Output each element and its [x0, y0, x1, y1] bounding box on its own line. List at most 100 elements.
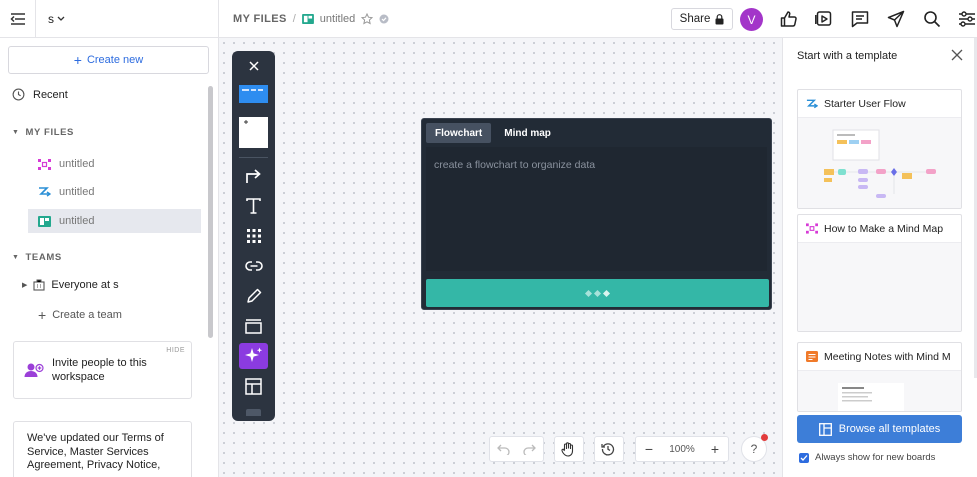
send-button[interactable]: [886, 9, 906, 29]
more-tools-handle[interactable]: [246, 409, 261, 416]
paper-plane-icon: [887, 10, 905, 28]
grid-dots-icon: [246, 229, 261, 243]
tab-mind-map[interactable]: Mind map: [495, 123, 560, 143]
link-icon: [244, 261, 263, 271]
zoom-level[interactable]: 100%: [662, 444, 702, 455]
redo-button[interactable]: [516, 436, 542, 462]
presentation-button[interactable]: [814, 9, 834, 29]
zoom-out-button[interactable]: −: [636, 436, 662, 462]
team-item[interactable]: ▶ Everyone at s: [22, 279, 119, 291]
templates-title: Start with a template: [797, 50, 898, 62]
ai-generate-button[interactable]: [426, 279, 769, 307]
sidebar-file-item[interactable]: untitled: [28, 180, 201, 204]
sidebar-scrollbar[interactable]: [208, 86, 213, 338]
create-team-label: Create a team: [52, 309, 122, 321]
always-show-label: Always show for new boards: [815, 452, 936, 463]
pen-tool[interactable]: [239, 283, 268, 309]
template-card[interactable]: Starter User Flow: [797, 89, 962, 209]
loading-dot: [584, 289, 593, 297]
template-preview: [798, 371, 961, 411]
template-card[interactable]: How to Make a Mind Map: [797, 214, 962, 332]
pencil-icon: [246, 288, 261, 303]
shapes-grid-tool[interactable]: [239, 223, 268, 249]
sticky-note-tool[interactable]: [239, 81, 268, 107]
settings-button[interactable]: [957, 9, 977, 29]
avatar[interactable]: V: [740, 8, 763, 31]
hand-tool-button[interactable]: [555, 436, 581, 462]
sidebar-file-item[interactable]: untitled: [28, 152, 201, 176]
flowchart-icon: [39, 187, 51, 197]
text-icon: [246, 198, 261, 214]
file-name: untitled: [59, 186, 95, 198]
recent-label: Recent: [33, 88, 68, 101]
play-slides-icon: [815, 11, 832, 26]
always-show-checkbox[interactable]: Always show for new boards: [799, 452, 935, 463]
checkbox-checked-icon: [799, 452, 809, 463]
frame-tool[interactable]: [239, 313, 268, 339]
lock-icon: [715, 13, 724, 24]
ai-prompt-input[interactable]: create a flowchart to organize data: [426, 147, 767, 271]
team-name: Everyone at s: [51, 279, 119, 291]
share-button[interactable]: Share: [671, 8, 733, 30]
breadcrumb-root[interactable]: MY FILES: [233, 13, 287, 25]
close-toolbar-button[interactable]: [239, 53, 268, 79]
create-new-button[interactable]: + Create new: [8, 46, 209, 74]
my-files-label: MY FILES: [25, 127, 74, 138]
template-card[interactable]: Meeting Notes with Mind M: [797, 342, 962, 412]
clock-icon: [12, 88, 25, 101]
history-icon: [601, 443, 615, 456]
template-name: Starter User Flow: [824, 97, 906, 110]
flowchart-thumbnail: [824, 129, 936, 198]
star-icon[interactable]: [361, 12, 374, 25]
template-name: Meeting Notes with Mind M: [824, 350, 951, 363]
create-team-button[interactable]: + Create a team: [38, 308, 122, 322]
toolbar-divider: [239, 157, 268, 158]
arrow-connector-icon: [246, 169, 261, 183]
file-title[interactable]: untitled: [320, 13, 355, 25]
hand-tool-group: [554, 436, 584, 462]
template-preview: [798, 118, 961, 208]
add-user-icon: [24, 363, 44, 377]
layout-icon: [818, 422, 832, 436]
connector-tool[interactable]: [239, 163, 268, 189]
mindmap-icon: [38, 158, 51, 170]
loading-dot: [593, 289, 602, 297]
ai-prompt-placeholder: create a flowchart to organize data: [434, 159, 596, 171]
search-button[interactable]: [922, 9, 942, 29]
sidebar-file-item-active[interactable]: untitled: [28, 209, 201, 233]
template-card-header: Meeting Notes with Mind M: [798, 343, 961, 371]
templates-panel: Start with a template Starter User Flow: [782, 38, 977, 477]
text-tool[interactable]: [239, 193, 268, 219]
tab-flowchart[interactable]: Flowchart: [426, 123, 492, 143]
sidebar-item-recent[interactable]: Recent: [12, 88, 68, 101]
sticky-card-icon: [239, 85, 268, 103]
share-label: Share: [679, 13, 711, 25]
zoom-in-button[interactable]: +: [702, 436, 728, 462]
collapse-sidebar-button[interactable]: [0, 0, 36, 38]
templates-tool[interactable]: [239, 373, 268, 399]
caret-down-icon: ▼: [12, 129, 20, 136]
workspace-switcher[interactable]: s: [48, 12, 65, 26]
template-preview: [798, 243, 961, 331]
sparkle-icon: [244, 347, 262, 362]
note-tool[interactable]: [239, 116, 268, 148]
history-button[interactable]: [595, 436, 621, 462]
ai-assistant-tool[interactable]: [239, 343, 268, 369]
link-tool[interactable]: [239, 253, 268, 279]
invite-card[interactable]: Invite people to this workspace HIDE: [13, 341, 192, 399]
hide-button[interactable]: HIDE: [166, 347, 185, 354]
close-templates-button[interactable]: [951, 49, 965, 63]
breadcrumb: MY FILES / untitled: [233, 12, 389, 25]
comment-icon: [851, 11, 869, 28]
browse-templates-button[interactable]: Browse all templates: [797, 415, 962, 443]
comments-button[interactable]: [850, 9, 870, 29]
collapse-menu-icon: [9, 12, 25, 25]
minus-icon: −: [644, 441, 654, 457]
ai-generate-dialog: Flowchart Mind map create a flowchart to…: [421, 118, 772, 310]
close-icon: [951, 49, 963, 61]
reactions-button[interactable]: [779, 9, 799, 29]
teams-heading[interactable]: ▼ TEAMS: [12, 252, 62, 263]
search-icon: [924, 11, 941, 28]
my-files-heading[interactable]: ▼ MY FILES: [12, 127, 74, 138]
undo-button[interactable]: [490, 436, 516, 462]
